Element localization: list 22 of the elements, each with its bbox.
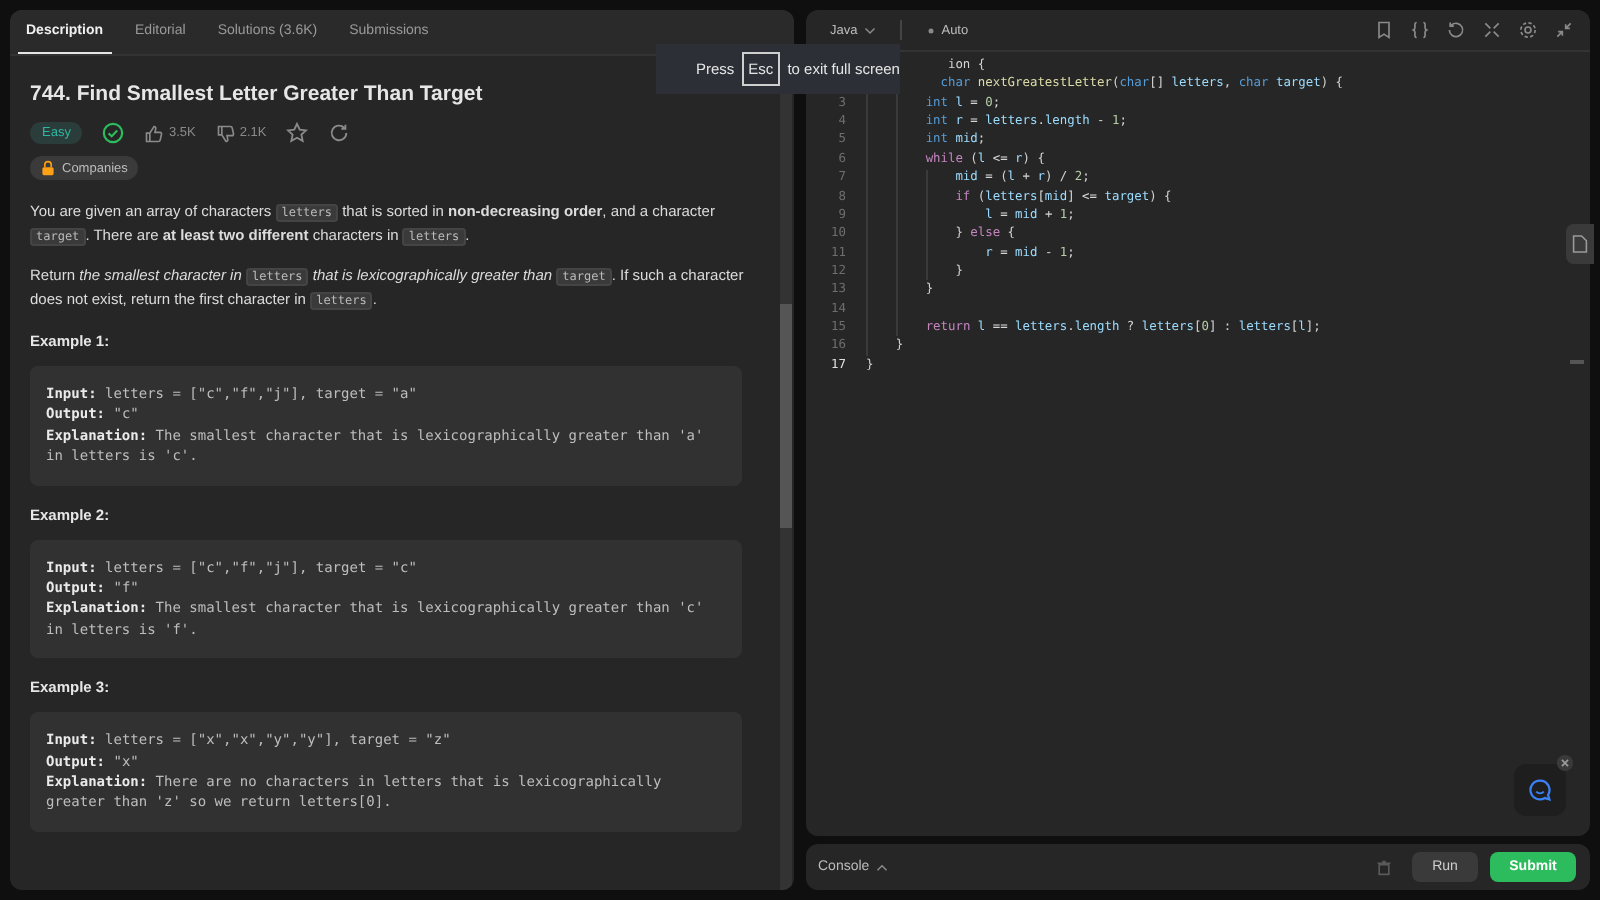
braces-icon[interactable]	[1410, 20, 1430, 40]
refresh-icon[interactable]	[328, 122, 351, 144]
settings-icon[interactable]	[1518, 20, 1538, 40]
close-icon[interactable]	[1556, 754, 1574, 772]
chat-bubble-icon	[1528, 778, 1552, 802]
collapse-icon[interactable]	[1554, 20, 1574, 40]
expand-icon[interactable]	[1482, 20, 1502, 40]
chat-button[interactable]	[1514, 764, 1566, 816]
chevron-down-icon	[863, 24, 876, 36]
bookmark-icon[interactable]	[1374, 20, 1394, 40]
problem-title: 744. Find Smallest Letter Greater Than Target	[30, 82, 485, 106]
scrollbar-thumb[interactable]	[1570, 360, 1584, 364]
dot-icon	[925, 25, 936, 35]
lock-icon	[40, 160, 56, 176]
notes-button[interactable]	[1566, 224, 1594, 264]
scrollbar-thumb[interactable]	[780, 304, 792, 528]
thumbs-down-icon	[215, 123, 236, 143]
thumbs-up-icon	[144, 123, 165, 143]
reset-icon[interactable]	[1446, 20, 1466, 40]
document-icon	[1572, 234, 1588, 254]
chevron-up-icon	[875, 861, 888, 873]
star-icon[interactable]	[286, 122, 309, 144]
